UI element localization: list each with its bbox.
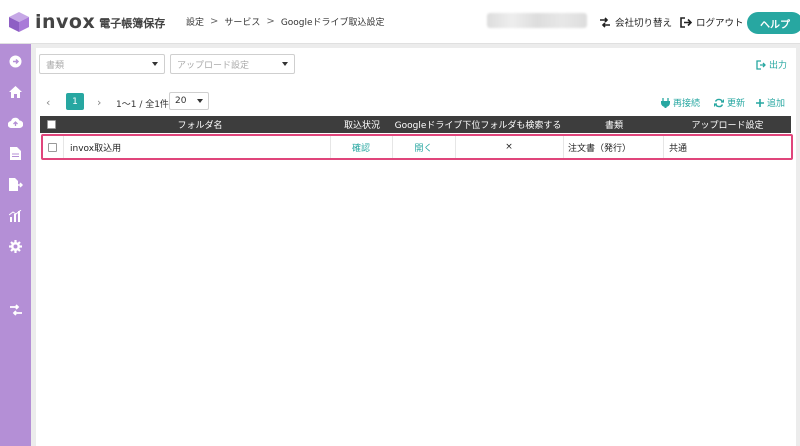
per-page-select[interactable]: 20 [169,92,209,110]
column-header-upload-setting[interactable]: アップロード設定 [664,116,791,133]
chevron-down-icon [197,99,203,103]
add-label: 追加 [767,99,786,109]
brand-subtitle: 電子帳簿保存 [99,17,166,30]
breadcrumb-item-services[interactable]: サービス [224,15,260,28]
cell-divider [63,136,64,158]
upload-setting-cell: 共通 [669,143,688,154]
export-button[interactable]: 出力 [756,58,787,71]
arrow-right-circle-icon[interactable] [8,54,23,69]
result-range: 1〜1 / 全1件 [116,100,169,110]
cell-divider [563,136,564,158]
add-button[interactable]: 追加 [756,96,785,109]
current-page-button[interactable]: 1 [66,93,84,110]
chevron-down-icon [282,62,288,66]
logout-button[interactable]: ログアウト [680,15,744,29]
folder-name-cell: invox取込用 [70,143,122,154]
chevron-down-icon [152,62,158,66]
brand-logo[interactable]: invox 電子帳簿保存 [8,11,186,33]
breadcrumb-separator: > [266,16,275,27]
app-header: invox 電子帳簿保存 設定 > サービス > Googleドライブ取込設定 … [0,0,800,44]
switch-company-button[interactable]: 会社切り替え [599,15,672,29]
column-header-subfolders[interactable]: Googleドライブ下位フォルダも検索する [394,116,562,133]
column-header-status[interactable]: 取込状況 [330,116,394,133]
cell-divider [663,136,664,158]
refresh-icon [714,98,724,107]
upload-setting-select[interactable]: アップロード設定 [170,54,295,74]
bar-chart-icon[interactable] [8,208,23,223]
invox-logo-icon [8,11,30,33]
switch-arrows-icon [600,16,610,28]
select-all-checkbox-cell [40,116,62,133]
row-checkbox[interactable] [48,142,57,152]
refresh-button[interactable]: 更新 [714,96,745,109]
document-export-icon[interactable] [8,177,23,192]
per-page-value: 20 [175,96,187,106]
upload-setting-placeholder: アップロード設定 [177,60,250,71]
brand-name: invox [35,10,96,33]
table-row[interactable]: invox取込用 確認 開く × 注文書（発行） 共通 [41,134,793,160]
breadcrumb-item-settings[interactable]: 設定 [186,15,204,28]
plug-icon [661,97,670,108]
next-page-icon[interactable]: › [97,96,101,109]
column-header-doc-type[interactable]: 書類 [564,116,664,133]
doc-type-select[interactable]: 書類 [39,54,165,74]
prev-page-icon[interactable]: ‹ [46,96,50,109]
logout-icon [680,16,692,28]
main-panel: 書類 アップロード設定 出力 ‹ 1 › 1〜1 / 全1件 20 再接続 更新… [36,48,796,446]
home-icon[interactable] [8,84,23,99]
row-checkbox-cell [43,136,62,158]
doc-type-placeholder: 書類 [46,60,65,71]
gear-icon[interactable] [8,239,23,254]
subfolders-cell: × [505,142,513,152]
user-name-redacted [487,13,587,28]
breadcrumb-separator: > [210,16,219,27]
breadcrumb-item-current: Googleドライブ取込設定 [280,18,385,28]
logout-label: ログアウト [696,18,744,29]
breadcrumb: 設定 > サービス > Googleドライブ取込設定 [186,15,385,28]
switch-company-label: 会社切り替え [615,18,673,29]
help-button[interactable]: ヘルプ [747,12,800,34]
reconnect-button[interactable]: 再接続 [661,96,700,109]
select-all-checkbox[interactable] [46,120,56,129]
export-label: 出力 [769,61,788,71]
cloud-upload-icon[interactable] [8,115,23,130]
doc-type-cell: 注文書（発行） [568,143,632,154]
switch-arrows-icon[interactable] [8,302,23,317]
sidebar [0,44,31,446]
table-header: フォルダ名 取込状況 Googleドライブ下位フォルダも検索する 書類 アップロ… [40,116,791,133]
plus-icon [756,98,764,107]
status-confirm-link[interactable]: 確認 [330,136,392,158]
refresh-label: 更新 [727,99,746,109]
export-icon [756,59,766,70]
document-icon[interactable] [8,146,23,161]
column-header-folder[interactable]: フォルダ名 [62,116,338,133]
open-folder-link[interactable]: 開く [392,136,455,158]
reconnect-label: 再接続 [673,99,701,109]
